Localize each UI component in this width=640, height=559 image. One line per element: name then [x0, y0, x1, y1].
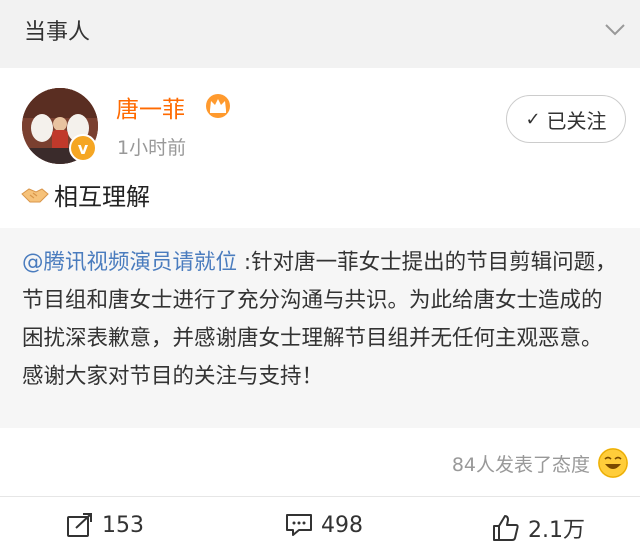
repost-body: @腾讯视频演员请就位 :针对唐一菲女士提出的节目剪辑问题，节目组和唐女士进行了充…	[22, 244, 622, 396]
repost-block[interactable]: @腾讯视频演员请就位 :针对唐一菲女士提出的节目剪辑问题，节目组和唐女士进行了充…	[0, 228, 640, 428]
chevron-down-icon[interactable]	[604, 20, 626, 38]
repost-count: 153	[102, 512, 144, 538]
follow-label: 已关注	[546, 108, 607, 133]
handshake-icon	[21, 187, 49, 202]
like-count: 2.1万	[528, 518, 585, 543]
comment-button[interactable]: 498	[285, 512, 363, 538]
post-time: 1小时前	[117, 137, 187, 159]
comment-count: 498	[321, 512, 363, 538]
mention-link[interactable]: @腾讯视频演员请就位	[22, 250, 237, 275]
like-button[interactable]: 2.1万	[492, 512, 585, 544]
comment-icon	[286, 514, 312, 536]
check-icon: ✓	[525, 108, 541, 130]
reactions-summary[interactable]: 84人发表了态度	[452, 448, 628, 478]
page-title: 当事人	[24, 20, 91, 45]
reactions-text: 84人发表了态度	[451, 453, 590, 476]
divider	[0, 496, 640, 497]
thumbs-up-icon	[493, 515, 519, 541]
repost-button[interactable]: 153	[66, 512, 144, 538]
action-bar: 153 498 2.1万	[0, 498, 640, 559]
smile-icon	[598, 448, 628, 478]
share-icon	[67, 513, 92, 537]
top-bar: 当事人	[0, 0, 640, 62]
post-content: 相互理解	[54, 183, 150, 211]
verified-badge: v	[69, 134, 97, 162]
follow-button[interactable]: ✓ 已关注	[506, 95, 626, 143]
username[interactable]: 唐一菲	[116, 90, 185, 124]
crown-icon	[206, 94, 230, 118]
post-text: 相互理解	[20, 177, 150, 212]
